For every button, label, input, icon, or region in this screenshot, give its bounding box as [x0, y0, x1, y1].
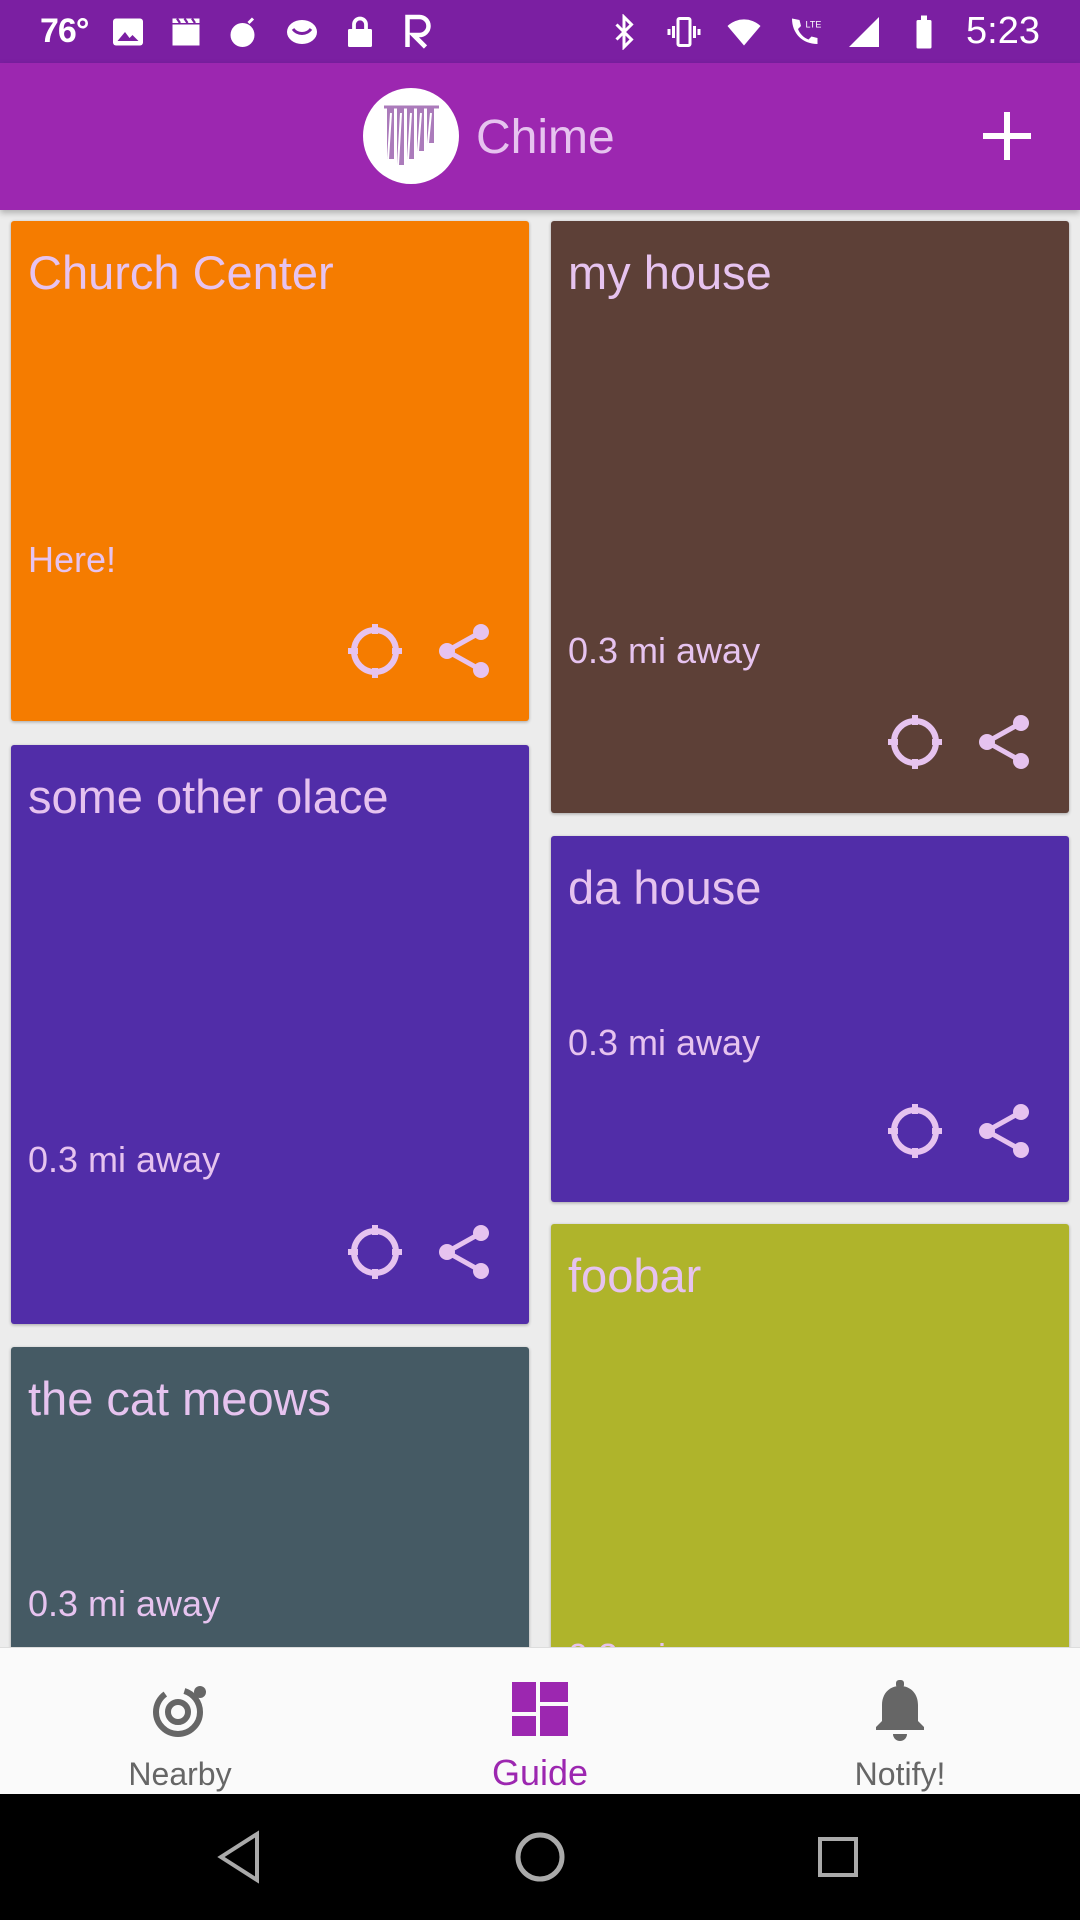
nav-label: Notify!	[854, 1756, 946, 1792]
card-title: the cat meows	[28, 1372, 332, 1425]
bottom-navigation: Nearby Guide Notify!	[0, 1647, 1080, 1795]
back-button[interactable]	[207, 1824, 273, 1890]
home-button[interactable]	[507, 1824, 573, 1890]
card-actions	[885, 712, 1035, 772]
share-icon	[979, 1104, 1029, 1158]
place-card-foobar[interactable]: foobar 0.3 mi away	[551, 1224, 1069, 1647]
share-icon	[439, 624, 489, 678]
card-title: some other olace	[28, 770, 389, 823]
card-actions	[345, 621, 495, 681]
card-title: foobar	[568, 1249, 702, 1302]
signal-icon	[846, 14, 882, 50]
share-button[interactable]	[435, 1222, 495, 1282]
share-icon	[979, 715, 1029, 769]
crosshair-icon	[888, 1104, 942, 1158]
app-title: Chime	[476, 111, 615, 164]
share-icon	[439, 1225, 489, 1279]
bird-icon	[284, 14, 320, 50]
nearby-icon	[144, 1674, 216, 1746]
card-status: 0.3 mi away	[28, 1583, 221, 1624]
place-card-da-house[interactable]: da house 0.3 mi away	[551, 836, 1069, 1202]
crosshair-icon	[348, 624, 402, 678]
dashboard-icon	[504, 1674, 576, 1746]
chime-logo	[363, 88, 459, 184]
status-temperature: 76°	[40, 12, 89, 50]
locate-button[interactable]	[885, 712, 945, 772]
status-bar: 76° LTE 5:23	[0, 0, 1080, 63]
place-card-my-house[interactable]: my house 0.3 mi away	[551, 221, 1069, 813]
place-card-some-other-olace[interactable]: some other olace 0.3 mi away	[11, 745, 529, 1324]
nav-item-notify[interactable]: Notify!	[720, 1648, 1080, 1795]
card-title: Church Center	[28, 246, 334, 299]
card-status: 0.3 mi away	[568, 1022, 761, 1063]
locate-button[interactable]	[345, 1222, 405, 1282]
share-button[interactable]	[435, 621, 495, 681]
locate-button[interactable]	[345, 621, 405, 681]
card-actions	[345, 1222, 495, 1282]
card-actions	[885, 1101, 1035, 1161]
card-title: da house	[568, 861, 762, 914]
places-grid[interactable]: Church Center Here! some other olace 0.3…	[0, 210, 1080, 1647]
vibrate-icon	[666, 14, 702, 50]
bluetooth-icon	[606, 13, 642, 50]
card-title: my house	[568, 246, 772, 299]
crosshair-icon	[888, 715, 942, 769]
lock-icon	[342, 14, 378, 50]
crosshair-icon	[348, 1225, 402, 1279]
status-right-group: LTE 5:23	[606, 10, 1040, 53]
status-left-group: 76°	[40, 12, 606, 51]
back-icon	[217, 1830, 259, 1884]
nav-item-guide[interactable]: Guide	[360, 1648, 720, 1795]
svg-text:LTE: LTE	[806, 19, 822, 29]
home-icon	[515, 1832, 565, 1882]
lte-call-icon: LTE	[786, 14, 822, 50]
recents-button[interactable]	[805, 1824, 871, 1890]
nav-label: Guide	[491, 1752, 589, 1793]
add-button[interactable]	[974, 103, 1040, 169]
wifi-icon	[726, 14, 762, 50]
bell-icon	[864, 1674, 936, 1746]
card-status: 0.3 mi away	[568, 630, 761, 671]
card-status: 0.3 mi away	[568, 1636, 760, 1647]
card-status: 0.3 mi away	[28, 1139, 221, 1180]
share-button[interactable]	[975, 712, 1035, 772]
chime-logo-icon	[384, 105, 439, 166]
status-time: 5:23	[966, 10, 1040, 52]
app-bar: Chime	[0, 63, 1080, 210]
battery-icon	[906, 14, 942, 50]
locate-button[interactable]	[885, 1101, 945, 1161]
nav-item-nearby[interactable]: Nearby	[0, 1648, 360, 1795]
nav-label: Nearby	[128, 1756, 232, 1792]
film-icon	[168, 14, 204, 50]
recents-icon	[818, 1837, 858, 1877]
bomb-icon	[226, 14, 262, 50]
r-app-icon	[400, 14, 436, 50]
image-icon	[110, 14, 146, 50]
place-card-the-cat-meows[interactable]: the cat meows 0.3 mi away	[11, 1347, 529, 1647]
system-navigation-bar	[0, 1794, 1080, 1920]
card-status: Here!	[28, 539, 117, 580]
place-card-church-center[interactable]: Church Center Here!	[11, 221, 529, 721]
plus-icon	[983, 112, 1031, 160]
share-button[interactable]	[975, 1101, 1035, 1161]
